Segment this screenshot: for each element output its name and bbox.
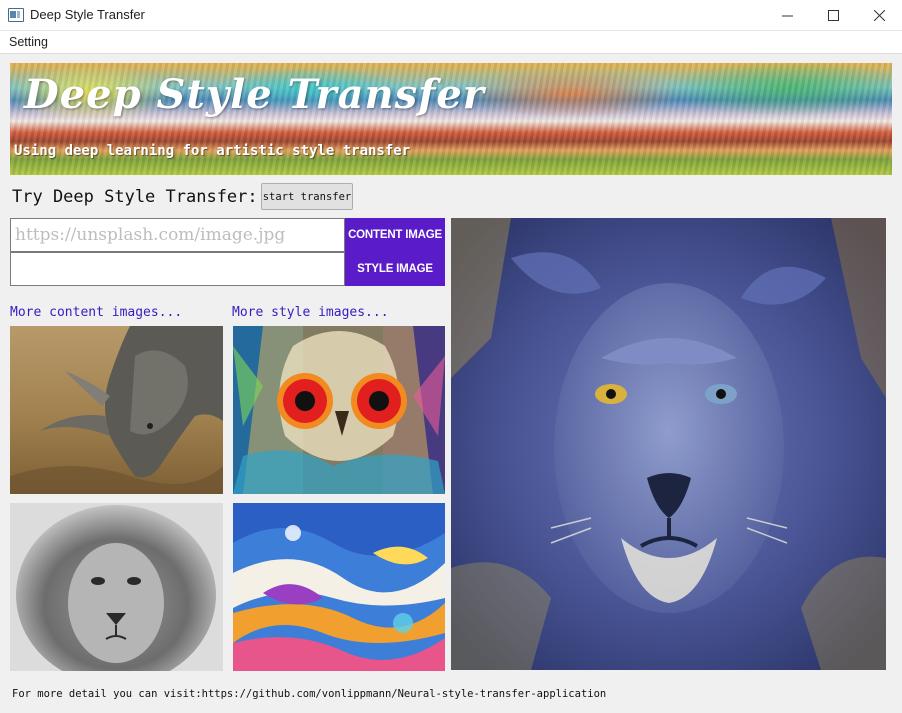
minimize-icon	[781, 15, 793, 17]
window-title: Deep Style Transfer	[30, 7, 145, 22]
content-thumbnail-rhino[interactable]	[10, 326, 223, 494]
content-url-input[interactable]	[10, 218, 345, 252]
start-transfer-button[interactable]: start transfer	[261, 183, 353, 210]
maximize-icon	[827, 10, 839, 21]
fluid-art	[233, 503, 445, 671]
app-window-icon	[8, 8, 24, 22]
stylized-result-image	[451, 218, 886, 670]
style-thumbnail-fluid[interactable]	[233, 503, 445, 671]
content-thumbnail-lion[interactable]	[10, 503, 223, 671]
close-button[interactable]	[856, 0, 902, 31]
style-url-input[interactable]	[10, 252, 345, 286]
minimize-button[interactable]	[764, 0, 810, 31]
footer-info: For more detail you can visit:https://gi…	[12, 688, 607, 700]
more-content-images-link[interactable]: More content images...	[10, 305, 182, 320]
stylized-lion	[451, 218, 886, 670]
close-icon	[873, 10, 885, 21]
rhino-photo	[10, 326, 223, 494]
content-image-button[interactable]: CONTENT IMAGE	[345, 218, 445, 252]
maximize-button[interactable]	[810, 0, 856, 31]
menu-bar: Setting	[0, 31, 902, 54]
try-label: Try Deep Style Transfer:	[12, 187, 258, 207]
more-style-images-link[interactable]: More style images...	[232, 305, 389, 320]
banner-title: Deep Style Transfer	[24, 71, 485, 118]
style-image-button[interactable]: STYLE IMAGE	[345, 252, 445, 286]
style-thumbnail-owl[interactable]	[233, 326, 445, 494]
lion-bw-photo	[10, 503, 223, 671]
menu-setting[interactable]: Setting	[9, 35, 48, 49]
header-banner: Deep Style Transfer Using deep learning …	[10, 63, 892, 175]
owl-painting	[233, 326, 445, 494]
title-bar: Deep Style Transfer	[0, 0, 902, 31]
banner-subtitle: Using deep learning for artistic style t…	[14, 143, 411, 159]
